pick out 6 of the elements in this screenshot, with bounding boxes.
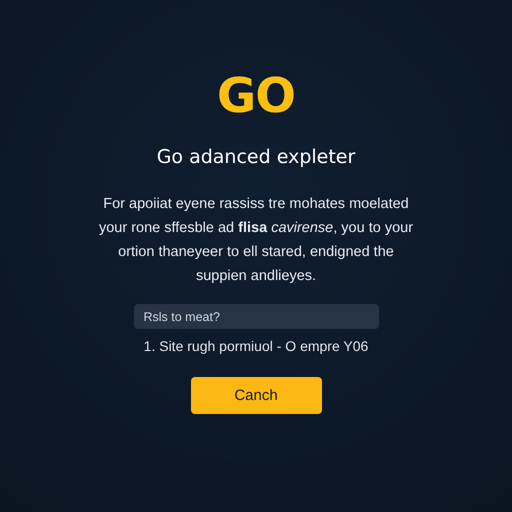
note-text: 1. Site rugh pormiuol - O empre Y06 <box>144 337 368 355</box>
input-field[interactable]: Rsls to meat? <box>134 304 378 329</box>
action-button[interactable]: Canch <box>190 377 322 414</box>
logo: GO <box>216 72 296 120</box>
heading: Go adanced expleter <box>156 145 356 170</box>
description: For apoiiat eyene rassiss tre mohates moelated your rone sffesble ad flisa cavirense, you to your ortion thaneyeer to ell stared, endigned the suppien andlieyes. <box>98 195 414 286</box>
